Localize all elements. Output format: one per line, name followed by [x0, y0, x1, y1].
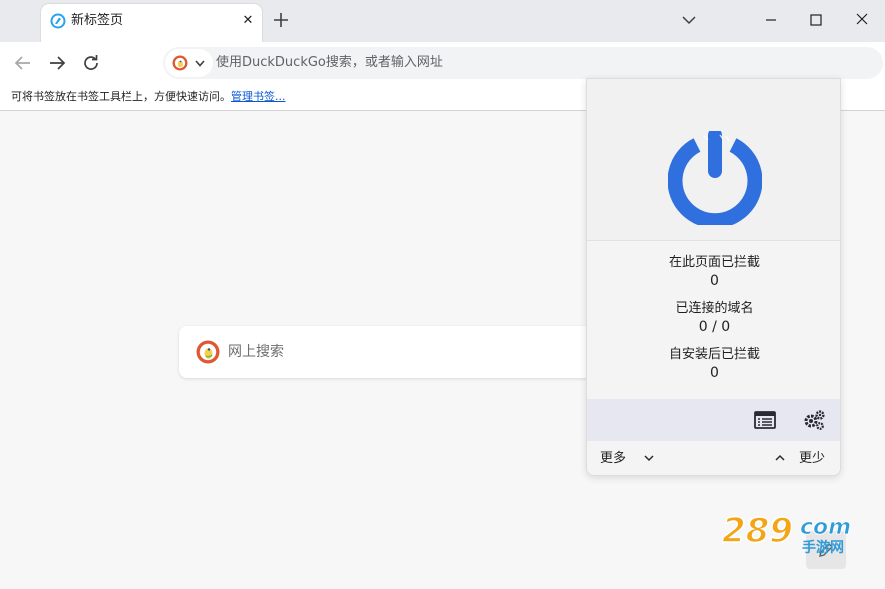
popup-toolbar — [587, 399, 840, 441]
power-icon[interactable] — [668, 131, 762, 225]
bookmarks-message: 可将书签放在书签工具栏上，方便快速访问。管理书签... — [11, 90, 286, 104]
watermark-cn: 手游网 — [802, 539, 844, 556]
bookmarks-message-text: 可将书签放在书签工具栏上，方便快速访问。 — [11, 90, 231, 103]
stat-value-domains: 0 / 0 — [698, 319, 731, 335]
ntp-search-placeholder: 网上搜索 — [228, 344, 284, 360]
manage-bookmarks-link[interactable]: 管理书签... — [231, 90, 286, 103]
tab-strip: 新标签页 ✕ — [0, 0, 885, 42]
duckduckgo-icon — [196, 340, 220, 364]
power-area — [587, 79, 840, 241]
maximize-icon[interactable] — [805, 10, 827, 30]
close-icon[interactable]: ✕ — [239, 11, 257, 31]
blocker-popup: 在此页面已拦截 0 已连接的域名 0 / 0 自安装后已拦截 0 更多 更少 — [586, 78, 841, 476]
watermark-suffix: com — [800, 515, 851, 540]
minimize-icon[interactable] — [760, 10, 782, 30]
chevron-up-icon[interactable] — [774, 453, 786, 463]
duckduckgo-icon — [172, 55, 188, 71]
close-window-icon[interactable] — [851, 10, 873, 30]
tab-title: 新标签页 — [71, 13, 124, 28]
chevron-down-icon — [195, 60, 205, 67]
tab-new-tab[interactable]: 新标签页 ✕ — [41, 4, 262, 42]
list-icon[interactable] — [753, 408, 777, 432]
stats-panel: 在此页面已拦截 0 已连接的域名 0 / 0 自安装后已拦截 0 — [587, 241, 840, 399]
back-arrow-icon[interactable] — [12, 52, 34, 74]
reload-icon[interactable] — [80, 52, 102, 74]
more-button[interactable]: 更多 — [600, 451, 626, 467]
chevron-down-icon[interactable] — [643, 453, 655, 463]
stat-label-since-install: 自安装后已拦截 — [668, 347, 760, 362]
plus-icon[interactable] — [270, 9, 292, 31]
less-button[interactable]: 更少 — [799, 451, 825, 467]
stat-label-page-blocked: 在此页面已拦截 — [668, 255, 760, 270]
site-info-chip[interactable] — [165, 49, 213, 77]
gears-icon[interactable] — [802, 408, 826, 432]
stat-value-since-install: 0 — [710, 365, 719, 381]
tab-favicon-icon — [50, 13, 66, 29]
chevron-down-icon[interactable] — [679, 12, 699, 28]
ntp-search-box[interactable]: 网上搜索 — [179, 326, 599, 378]
popup-footer: 更多 更少 — [587, 441, 840, 475]
stat-value-page-blocked: 0 — [710, 273, 719, 289]
watermark-logo: 289 com 手游网 — [721, 510, 851, 556]
omnibox[interactable]: 使用DuckDuckGo搜索，或者输入网址 — [163, 47, 883, 79]
omnibox-placeholder: 使用DuckDuckGo搜索，或者输入网址 — [216, 55, 443, 70]
forward-arrow-icon[interactable] — [46, 52, 68, 74]
watermark-number: 289 — [722, 511, 793, 551]
stat-label-domains: 已连接的域名 — [675, 301, 754, 316]
